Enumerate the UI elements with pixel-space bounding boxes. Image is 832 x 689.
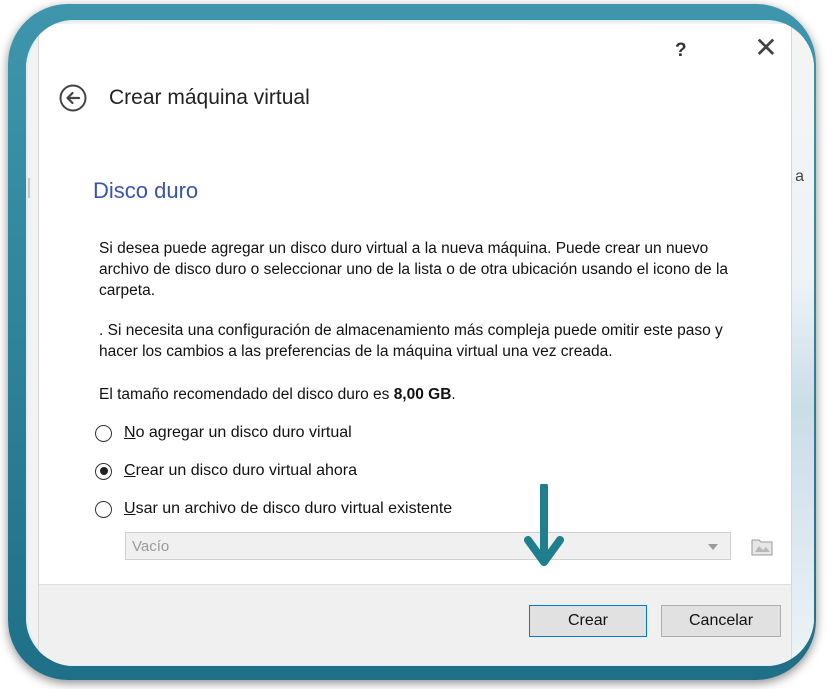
radio-label-rest: rear un disco duro virtual ahora: [135, 462, 358, 479]
folder-icon[interactable]: [751, 536, 773, 556]
recommended-size-text: El tamaño recomendado del disco duro es …: [99, 384, 759, 405]
radio-existing-disk[interactable]: Usar un archivo de disco duro virtual ex…: [95, 498, 452, 520]
radio-create-disk[interactable]: Crear un disco duro virtual ahora: [95, 460, 357, 482]
radio-mnemonic: U: [124, 500, 136, 517]
radio-label: No agregar un disco duro virtual: [124, 424, 352, 442]
screenshot-area: a ? ✕ Crear máquina virtual Disco duro S…: [26, 20, 814, 666]
radio-button-selected[interactable]: [95, 462, 112, 480]
chevron-down-icon: [708, 544, 718, 550]
recommended-size-value: 8,00 GB: [393, 386, 452, 403]
down-arrow-icon: [524, 484, 564, 566]
recommended-suffix: .: [451, 386, 456, 403]
advanced-note-text: . Si necesita una configuración de almac…: [99, 322, 723, 360]
dialog-footer: Crear Cancelar: [39, 584, 791, 665]
radio-label-rest: o agregar un disco duro virtual: [135, 424, 352, 441]
radio-button[interactable]: [95, 424, 112, 442]
wizard-header: Crear máquina virtual: [39, 76, 791, 134]
back-arrow-icon[interactable]: [59, 84, 87, 112]
radio-mnemonic: N: [124, 424, 136, 441]
decorative-frame: a ? ✕ Crear máquina virtual Disco duro S…: [8, 4, 816, 680]
description-text: Si desea puede agregar un disco duro vir…: [99, 240, 729, 299]
radio-button[interactable]: [95, 500, 112, 518]
disk-file-select[interactable]: Vacío: [125, 532, 731, 560]
create-button[interactable]: Crear: [529, 605, 647, 637]
radio-label: Crear un disco duro virtual ahora: [124, 462, 357, 480]
background-text: a: [795, 168, 804, 185]
cancel-button[interactable]: Cancelar: [661, 605, 781, 637]
title-bar: ? ✕: [39, 24, 791, 76]
recommended-prefix: El tamaño recomendado del disco duro es: [99, 386, 394, 403]
radio-label-rest: sar un archivo de disco duro virtual exi…: [135, 500, 453, 517]
help-button[interactable]: ?: [675, 40, 687, 62]
radio-label: Usar un archivo de disco duro virtual ex…: [124, 500, 452, 518]
radio-mnemonic: C: [124, 462, 136, 479]
create-vm-dialog: ? ✕ Crear máquina virtual Disco duro Si …: [38, 24, 792, 665]
background-edge: [28, 178, 30, 198]
page-title: Disco duro: [93, 178, 199, 203]
disk-file-select-value: Vacío: [132, 538, 170, 555]
radio-no-disk[interactable]: No agregar un disco duro virtual: [95, 422, 352, 444]
close-icon[interactable]: ✕: [751, 34, 781, 64]
wizard-title: Crear máquina virtual: [109, 86, 310, 109]
